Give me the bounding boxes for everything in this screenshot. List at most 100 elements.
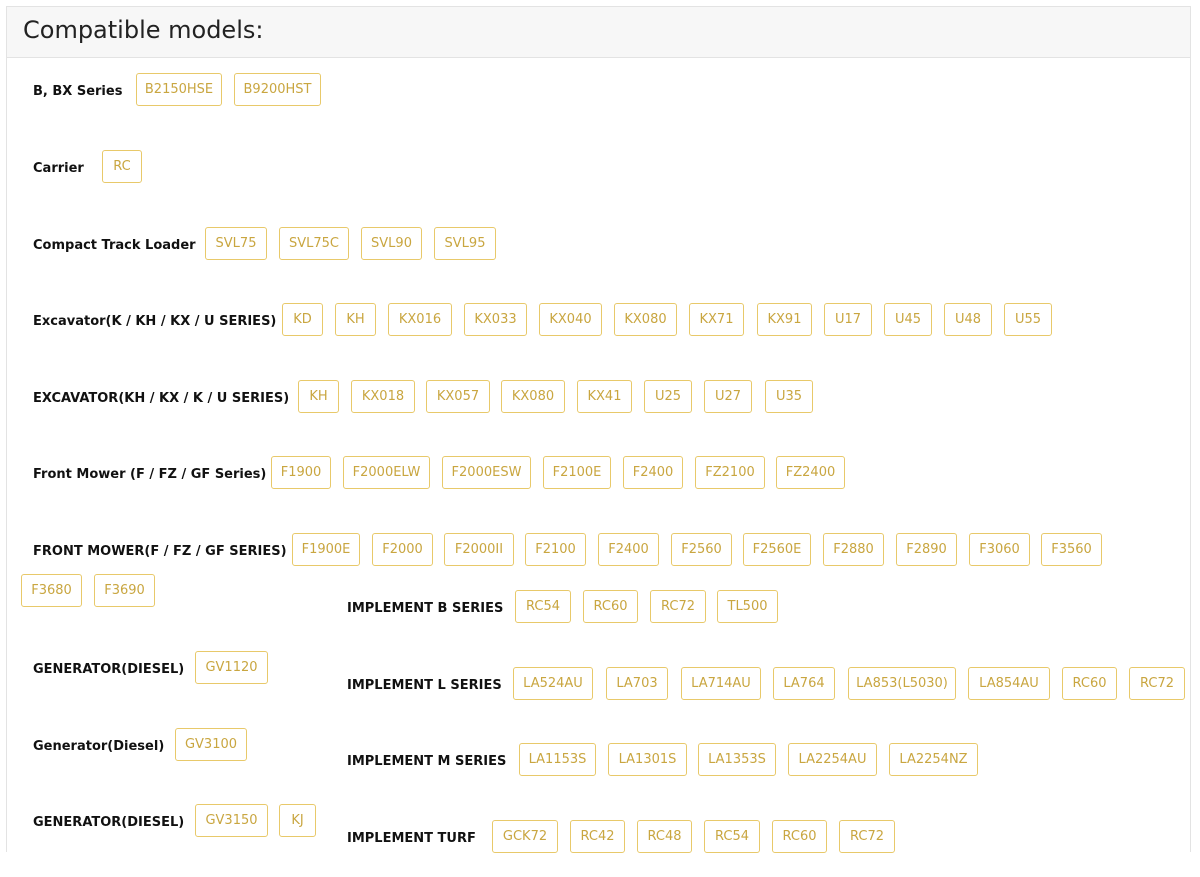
model-tag[interactable]: U17 (824, 303, 872, 336)
model-tag[interactable]: RC72 (650, 590, 706, 623)
model-tag[interactable]: LA2254NZ (889, 743, 978, 776)
model-group-label: Excavator(K / KH / KX / U SERIES) (33, 314, 277, 329)
model-group-label: IMPLEMENT TURF (347, 831, 476, 846)
model-tag[interactable]: RC54 (515, 590, 571, 623)
model-tag[interactable]: F2400 (598, 533, 659, 566)
model-tag[interactable]: U27 (704, 380, 752, 413)
model-tag[interactable]: LA853(L5030) (848, 667, 956, 700)
model-tag[interactable]: LA2254AU (788, 743, 877, 776)
model-tag[interactable]: GV3100 (175, 728, 247, 761)
model-tag[interactable]: B9200HST (234, 73, 321, 106)
model-tag[interactable]: B2150HSE (136, 73, 222, 106)
model-tag[interactable]: KD (282, 303, 323, 336)
model-group-label: IMPLEMENT M SERIES (347, 754, 507, 769)
model-tag[interactable]: F3060 (969, 533, 1030, 566)
model-tag[interactable]: KX018 (351, 380, 415, 413)
model-group-generator-diesel-1: GENERATOR(DIESEL) GV1120 (33, 651, 283, 685)
model-group-label: IMPLEMENT L SERIES (347, 678, 502, 693)
model-tag[interactable]: U55 (1004, 303, 1052, 336)
model-tag[interactable]: F2000 (372, 533, 433, 566)
model-tag[interactable]: LA764 (773, 667, 835, 700)
model-tag[interactable]: KX71 (689, 303, 744, 336)
model-group-label: Compact Track Loader (33, 238, 196, 253)
model-tag[interactable]: GV3150 (195, 804, 268, 837)
model-group-label: Carrier (33, 161, 84, 176)
model-tag[interactable]: SVL75C (279, 227, 349, 260)
model-group-implement-m-series: IMPLEMENT M SERIES LA1153S LA1301S LA135… (347, 743, 987, 777)
model-tag[interactable]: RC60 (772, 820, 827, 853)
model-group-front-mower-f-fz-gf: Front Mower (F / FZ / GF Series) F1900 F… (33, 456, 863, 490)
model-tag[interactable]: KH (298, 380, 339, 413)
model-tag[interactable]: LA714AU (681, 667, 761, 700)
model-tag[interactable]: RC42 (570, 820, 625, 853)
model-tag[interactable]: U45 (884, 303, 932, 336)
model-tag[interactable]: RC (102, 150, 142, 183)
model-tag[interactable]: F2880 (823, 533, 884, 566)
model-tag[interactable]: LA1301S (608, 743, 687, 776)
model-group-label: Front Mower (F / FZ / GF Series) (33, 467, 267, 482)
model-tag[interactable]: KX040 (539, 303, 602, 336)
model-group-label: GENERATOR(DIESEL) (33, 815, 185, 830)
model-group-front-mower-caps-wrap: F3680 F3690 (21, 574, 161, 608)
model-tag[interactable]: F2000II (444, 533, 514, 566)
model-tag[interactable]: U35 (765, 380, 813, 413)
model-tag[interactable]: KX41 (577, 380, 632, 413)
model-tag[interactable]: F2000ELW (343, 456, 430, 489)
model-tag[interactable]: F2100E (543, 456, 611, 489)
model-tag[interactable]: LA1353S (698, 743, 776, 776)
model-tag[interactable]: KX080 (614, 303, 677, 336)
model-group-carrier: Carrier RC (33, 150, 233, 184)
model-tag[interactable]: KX080 (501, 380, 565, 413)
model-tag[interactable]: RC60 (1062, 667, 1117, 700)
model-tag[interactable]: LA703 (606, 667, 668, 700)
model-tag[interactable]: KX91 (757, 303, 812, 336)
model-tag[interactable]: F2890 (896, 533, 957, 566)
model-tag[interactable]: SVL90 (361, 227, 422, 260)
model-tag[interactable]: SVL75 (205, 227, 267, 260)
model-tag[interactable]: KX033 (464, 303, 527, 336)
model-tag[interactable]: GCK72 (492, 820, 558, 853)
model-tag[interactable]: GV1120 (195, 651, 268, 684)
model-tag[interactable]: SVL95 (434, 227, 496, 260)
model-tag[interactable]: U25 (644, 380, 692, 413)
model-group-label: IMPLEMENT B SERIES (347, 601, 504, 616)
model-tag[interactable]: RC72 (1129, 667, 1185, 700)
model-tag[interactable]: LA1153S (519, 743, 596, 776)
model-tag[interactable]: F2560 (671, 533, 732, 566)
model-tag[interactable]: F2000ESW (442, 456, 531, 489)
model-tag[interactable]: RC60 (583, 590, 638, 623)
model-group-generator-diesel-3: GENERATOR(DIESEL) GV3150 KJ (33, 804, 333, 838)
model-tag[interactable]: F1900E (292, 533, 360, 566)
model-tag[interactable]: F1900 (271, 456, 331, 489)
model-tag[interactable]: F2400 (623, 456, 683, 489)
model-group-label: Generator(Diesel) (33, 739, 165, 754)
model-tag[interactable]: LA854AU (968, 667, 1050, 700)
model-tag[interactable]: LA524AU (513, 667, 593, 700)
model-group-label: B, BX Series (33, 84, 123, 99)
model-tag[interactable]: RC48 (637, 820, 692, 853)
model-tag[interactable]: FZ2400 (776, 456, 845, 489)
model-tag[interactable]: F2100 (525, 533, 586, 566)
panel-header: Compatible models: (6, 6, 1191, 58)
model-tag[interactable]: FZ2100 (695, 456, 765, 489)
model-tag[interactable]: KX057 (426, 380, 490, 413)
panel-title: Compatible models: (23, 16, 264, 44)
model-group-label: EXCAVATOR(KH / KX / K / U SERIES) (33, 391, 290, 406)
model-tag[interactable]: F3690 (94, 574, 155, 607)
model-tag[interactable]: KJ (279, 804, 316, 837)
model-tag[interactable]: F3560 (1041, 533, 1102, 566)
model-group-implement-turf: IMPLEMENT TURF GCK72 RC42 RC48 RC54 RC60… (347, 820, 907, 854)
model-tag[interactable]: TL500 (717, 590, 778, 623)
model-tag[interactable]: U48 (944, 303, 992, 336)
model-tag[interactable]: F2560E (743, 533, 811, 566)
compatible-models-panel (6, 6, 1191, 852)
model-group-excavator-kh-kx-k-u: EXCAVATOR(KH / KX / K / U SERIES) KH KX0… (33, 380, 833, 414)
model-tag[interactable]: KX016 (388, 303, 452, 336)
model-tag[interactable]: KH (335, 303, 376, 336)
model-tag[interactable]: RC72 (839, 820, 895, 853)
model-group-excavator-k-kh-kx-u: Excavator(K / KH / KX / U SERIES) KD KH … (33, 303, 1063, 337)
model-group-front-mower-caps: FRONT MOWER(F / FZ / GF SERIES) F1900E F… (33, 533, 1113, 567)
model-tag[interactable]: RC54 (704, 820, 760, 853)
model-tag[interactable]: F3680 (21, 574, 82, 607)
model-group-generator-diesel-2: Generator(Diesel) GV3100 (33, 728, 263, 762)
